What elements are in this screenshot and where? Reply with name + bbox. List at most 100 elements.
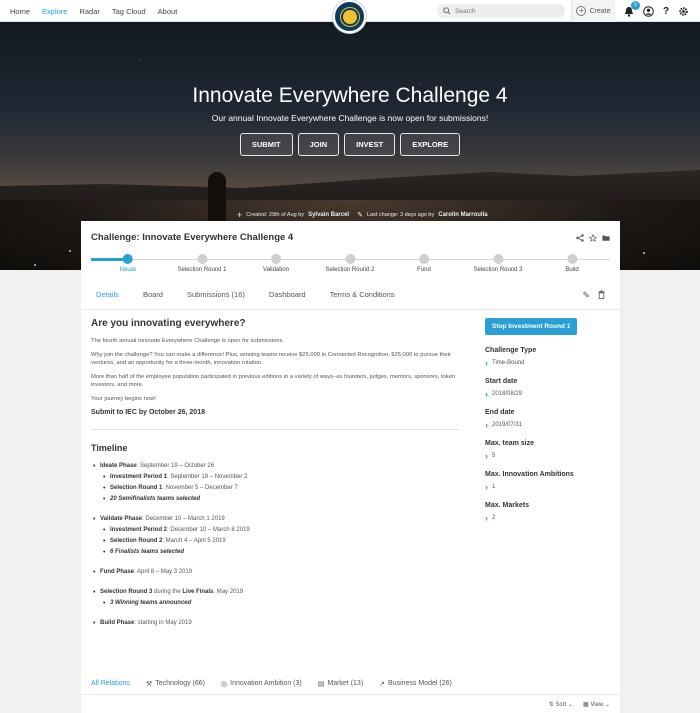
chevron-down-icon: ⌄ <box>604 702 610 708</box>
step-dot <box>492 254 503 264</box>
field-value: 5 <box>485 453 610 459</box>
tab-innovation-ambition[interactable]: ◎ Innovation Ambition (3) <box>221 680 302 688</box>
step-ideate[interactable]: Ideate <box>120 254 136 273</box>
tab-submissions[interactable]: Submissions (16) <box>187 290 245 299</box>
step-selection-round-3[interactable]: Selection Round 3 <box>473 254 523 273</box>
nav-radar[interactable]: Radar <box>79 7 99 16</box>
step-label: Selection Round 3 <box>473 267 523 273</box>
nav-tag-cloud[interactable]: Tag Cloud <box>112 7 146 16</box>
tab-board[interactable]: Board <box>143 290 163 299</box>
phase-name: Fund Phase <box>100 569 135 575</box>
tab-label: Business Model (26) <box>388 680 452 687</box>
submission-deadline: Submit to IEC by October 26, 2018 <box>91 409 205 416</box>
content-divider <box>91 429 459 430</box>
tab-tools: ✎ <box>582 290 605 301</box>
nav-explore[interactable]: Explore <box>42 7 67 16</box>
view-button[interactable]: ▦ View ⌄ <box>583 701 610 708</box>
field-value: 1 <box>485 484 610 490</box>
tab-all-relations[interactable]: All Relations <box>91 680 130 687</box>
tab-technology[interactable]: ⚒ Technology (66) <box>146 680 205 688</box>
step-validation[interactable]: Validation <box>263 254 289 273</box>
timeline-item: Fund Phase: April 8 – May 3 2019 <box>91 567 459 578</box>
timeline-subitem: Selection Round 1: November 5 – December… <box>91 483 459 494</box>
chevron-down-icon: ⌄ <box>568 702 574 708</box>
invest-button[interactable]: INVEST <box>344 133 396 156</box>
explore-button[interactable]: EXPLORE <box>400 133 461 156</box>
phase-dates: : September 19 – November 2 <box>167 474 248 480</box>
search-box[interactable] <box>437 4 565 18</box>
create-label: Create <box>589 7 611 15</box>
sun-logo-icon <box>342 9 357 24</box>
phase-dates: : December 10 – March 1 2019 <box>142 516 225 522</box>
trash-icon[interactable] <box>598 290 605 301</box>
create-button[interactable]: + Create <box>571 0 615 22</box>
timeline-list: Ideate Phase: September 19 – October 26 … <box>91 461 459 629</box>
created-label: Created: 29th of Aug by <box>246 212 305 218</box>
tab-terms[interactable]: Terms & Conditions <box>330 290 395 299</box>
step-fund[interactable]: Fund <box>417 254 431 273</box>
nav-home[interactable]: Home <box>10 7 30 16</box>
submit-button[interactable]: SUBMIT <box>239 133 293 156</box>
phase-stepper: Ideate Selection Round 1 Validation Sele… <box>91 254 610 280</box>
tab-label: Technology (66) <box>155 680 206 687</box>
hero-title: Innovate Everywhere Challenge 4 <box>192 84 508 107</box>
step-build[interactable]: Build <box>565 254 579 273</box>
card-header-actions <box>576 233 610 242</box>
created-by-link[interactable]: Sylvain Barcel <box>308 212 349 218</box>
step-selection-round-1[interactable]: Selection Round 1 <box>177 254 227 273</box>
phase-name: Selection Round 1 <box>110 485 163 491</box>
timeline-item: Validate Phase: December 10 – March 1 20… <box>91 514 459 525</box>
phase-dates: : March 4 – April 5 2019 <box>162 538 226 544</box>
phase-dates: : starting in May 2019 <box>134 620 192 626</box>
field-value: Time-Bound <box>485 360 610 366</box>
trend-icon: ↗ <box>379 680 386 688</box>
settings-button[interactable] <box>676 3 690 19</box>
phase-dates: : September 19 – October 26 <box>136 463 215 469</box>
challenge-tabs: Details Board Submissions (16) Dashboard… <box>81 280 620 310</box>
phase-result: 6 Finalists teams selected <box>110 549 185 555</box>
sort-icon: ⇅ <box>548 702 554 708</box>
hero-actions: SUBMIT JOIN INVEST EXPLORE <box>0 133 700 156</box>
phase-result: 3 Winning teams announced <box>110 600 192 606</box>
tab-market[interactable]: ▤ Market (13) <box>318 680 363 688</box>
building-icon: ▤ <box>317 680 325 688</box>
timeline-gap <box>91 609 459 618</box>
search-input[interactable] <box>455 7 555 15</box>
nav-about[interactable]: About <box>158 7 178 16</box>
profile-button[interactable] <box>641 3 655 19</box>
phase-name: Selection Round 2 <box>110 538 163 544</box>
phase-name: Investment Period 1 <box>110 474 168 480</box>
notifications-button[interactable]: 5 <box>622 1 640 19</box>
step-selection-round-2[interactable]: Selection Round 2 <box>325 254 375 273</box>
plus-icon: + <box>237 210 243 220</box>
help-button[interactable]: ? <box>659 3 673 19</box>
challenge-sidebar: Stop Investment Round 1 Challenge Type T… <box>485 318 610 533</box>
phase-name: Validate Phase <box>100 516 143 522</box>
step-label: Validation <box>263 267 289 273</box>
search-icon <box>443 7 451 15</box>
tab-label: Market (13) <box>327 680 364 687</box>
tab-label: Innovation Ambition (3) <box>230 680 302 687</box>
folder-icon[interactable] <box>602 234 610 242</box>
phase-name: Build Phase <box>100 620 135 626</box>
grid-icon: ▦ <box>583 702 589 708</box>
hero-subtitle: Our annual Innovate Everywhere Challenge… <box>211 113 489 123</box>
phase-dates: : December 10 – March 8 2019 <box>167 527 250 533</box>
tab-dashboard[interactable]: Dashboard <box>269 290 306 299</box>
step-dot <box>196 254 207 264</box>
app-logo[interactable] <box>333 0 366 33</box>
changed-by-link[interactable]: Carolin Marroulla <box>438 212 487 218</box>
phase-name: Live Finals <box>182 589 214 595</box>
star-icon[interactable] <box>589 233 597 242</box>
join-button[interactable]: JOIN <box>297 133 340 156</box>
share-icon[interactable] <box>576 233 584 242</box>
wrench-icon: ⚒ <box>145 680 153 688</box>
field-value: 2 <box>485 515 610 521</box>
top-navigation: Home Explore Radar Tag Cloud About + Cre… <box>0 0 700 33</box>
tab-details[interactable]: Details <box>96 290 119 299</box>
pencil-icon[interactable]: ✎ <box>582 290 590 301</box>
sort-button[interactable]: ⇅ Sort ⌄ <box>549 701 573 708</box>
details-paragraph: The fourth annual Innovate Everywhere Ch… <box>91 338 285 344</box>
tab-business-model[interactable]: ↗ Business Model (26) <box>379 680 452 688</box>
stop-investment-button[interactable]: Stop Investment Round 1 <box>485 318 578 335</box>
